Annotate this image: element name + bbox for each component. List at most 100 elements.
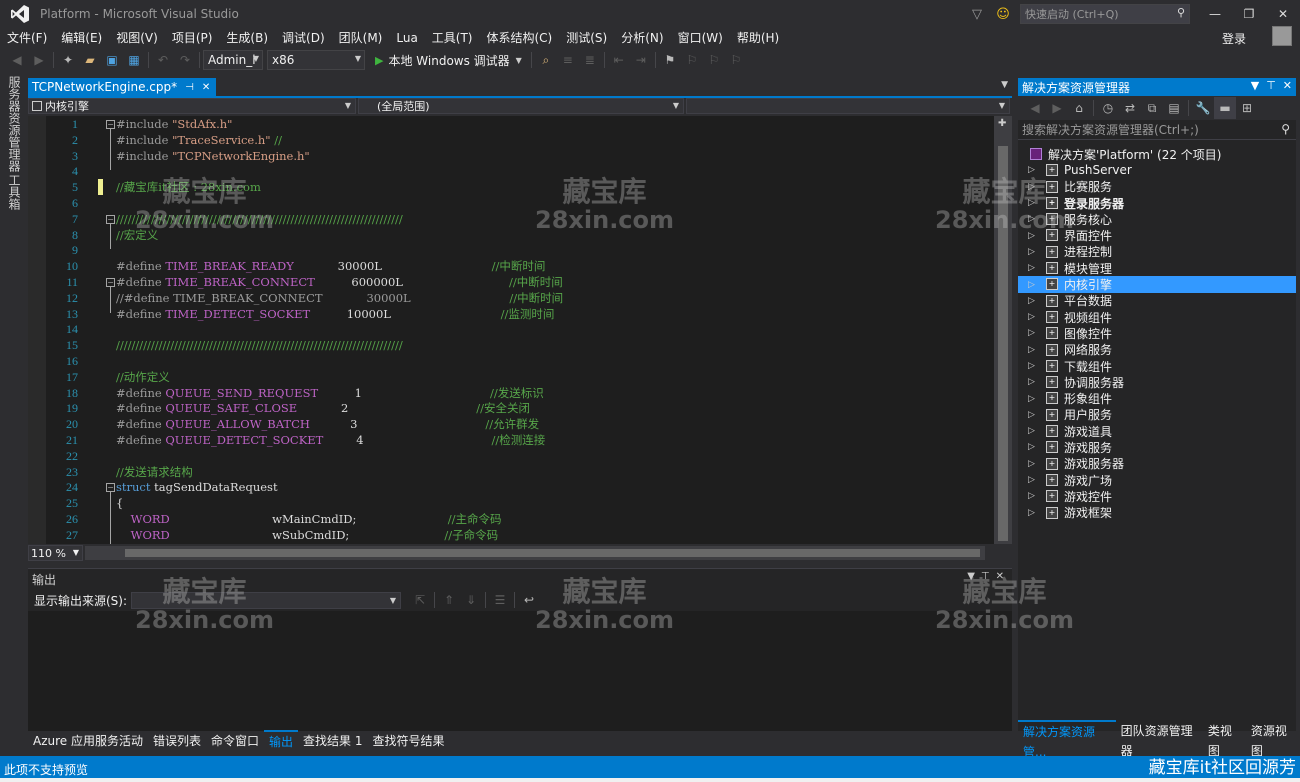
code-editor[interactable]: 1− #include "StdAfx.h" 2 #include "TraceSer…: [28, 116, 994, 544]
code-line[interactable]: 27 WORD wSubCmdID; //子命令码: [28, 527, 994, 543]
code-line[interactable]: 21 #define QUEUE_DETECT_SOCKET 4 //检测连接: [28, 432, 994, 448]
code-line[interactable]: 22: [28, 448, 994, 464]
code-line[interactable]: 17 //动作定义: [28, 369, 994, 385]
code-line[interactable]: 14: [28, 321, 994, 337]
bottom-tab[interactable]: 查找符号结果: [367, 731, 449, 751]
code-line[interactable]: 20 #define QUEUE_ALLOW_BATCH 3 //允许群发: [28, 416, 994, 432]
menu-item[interactable]: 帮助(H): [730, 28, 786, 48]
project-node[interactable]: ▷ + 比赛服务: [1018, 179, 1296, 195]
project-node[interactable]: ▷ + 模块管理: [1018, 260, 1296, 276]
expand-icon[interactable]: ▷: [1028, 231, 1035, 241]
expand-icon[interactable]: ▷: [1028, 328, 1035, 338]
minimize-button[interactable]: —: [1198, 0, 1232, 28]
bookmark-icon[interactable]: ⚑: [659, 49, 681, 71]
feedback-smiley-icon[interactable]: ☺: [990, 2, 1016, 26]
output-source-select[interactable]: ▼: [131, 591, 402, 609]
clear-bookmarks-icon[interactable]: ⚐: [725, 49, 747, 71]
outdent-icon[interactable]: ⇤: [608, 49, 630, 71]
sync-with-document-icon[interactable]: ⇄: [1119, 97, 1141, 119]
close-button[interactable]: ✕: [1266, 0, 1300, 28]
project-node[interactable]: ▷ + 平台数据: [1018, 293, 1296, 309]
new-project-icon[interactable]: ✦: [57, 49, 79, 71]
project-node[interactable]: ▷ + 视频组件: [1018, 309, 1296, 325]
panel-options-icon[interactable]: ▼: [1251, 79, 1259, 92]
code-line[interactable]: 7 −//////////////////////////////////////…: [28, 211, 994, 227]
code-line[interactable]: 1 − #include "StdAfx.h": [28, 116, 994, 132]
expand-icon[interactable]: ▷: [1028, 459, 1035, 469]
code-line[interactable]: 3 #include "TCPNetworkEngine.h": [28, 148, 994, 164]
expand-icon[interactable]: ▷: [1028, 182, 1035, 192]
expand-icon[interactable]: ▷: [1028, 198, 1035, 208]
right-panel-tab[interactable]: 资源视图: [1246, 721, 1300, 761]
zoom-select[interactable]: 110 % ▼: [28, 545, 83, 561]
project-node[interactable]: ▷ + 进程控制: [1018, 244, 1296, 260]
close-panel-icon[interactable]: ✕: [1283, 79, 1292, 92]
prev-bookmark-icon[interactable]: ⚐: [681, 49, 703, 71]
expand-icon[interactable]: ▷: [1028, 263, 1035, 273]
code-line[interactable]: 5 //藏宝库it社区 : 28xin.com: [28, 179, 994, 196]
project-node[interactable]: ▷ + 游戏服务器: [1018, 456, 1296, 472]
editor-horizontal-scrollbar[interactable]: [85, 546, 985, 560]
project-node[interactable]: ▷ + 游戏广场: [1018, 472, 1296, 488]
split-view-icon[interactable]: ✚: [998, 118, 1006, 129]
close-tab-icon[interactable]: ✕: [202, 82, 210, 93]
code-line[interactable]: 8 //宏定义: [28, 227, 994, 243]
code-line[interactable]: 10 #define TIME_BREAK_READY 30000L //中断时间: [28, 258, 994, 274]
outline-collapse-icon[interactable]: −: [106, 483, 115, 493]
expand-icon[interactable]: ▷: [1028, 345, 1035, 355]
project-node[interactable]: ▷ + PushServer: [1018, 162, 1296, 178]
code-line[interactable]: 4: [28, 163, 994, 179]
project-node[interactable]: ▷ + 下载组件: [1018, 358, 1296, 374]
code-line[interactable]: 19 #define QUEUE_SAFE_CLOSE 2 //安全关闭: [28, 400, 994, 416]
word-wrap-icon[interactable]: ↩: [518, 589, 540, 611]
bottom-tab[interactable]: 查找结果 1: [298, 731, 367, 751]
clear-all-icon[interactable]: ☰: [489, 589, 511, 611]
project-node[interactable]: ▷ + 协调服务器: [1018, 374, 1296, 390]
find-message-icon[interactable]: ⇱: [409, 589, 431, 611]
navigate-back-icon[interactable]: ◀: [6, 49, 28, 71]
expand-icon[interactable]: ▷: [1028, 426, 1035, 436]
code-line[interactable]: 6: [28, 195, 994, 211]
uncomment-icon[interactable]: ≣: [579, 49, 601, 71]
solution-search-input[interactable]: 搜索解决方案资源管理器(Ctrl+;) ⚲: [1018, 120, 1296, 140]
bottom-tab[interactable]: Azure 应用服务活动: [28, 731, 148, 751]
redo-icon[interactable]: ↷: [174, 49, 196, 71]
code-line[interactable]: 12 //#define TIME_BREAK_CONNECT 30000L //…: [28, 290, 994, 306]
output-text-area[interactable]: [28, 611, 1012, 731]
undo-icon[interactable]: ↶: [152, 49, 174, 71]
project-node[interactable]: ▷ + 游戏控件: [1018, 488, 1296, 504]
menu-item[interactable]: 工具(T): [425, 28, 480, 48]
open-file-icon[interactable]: ▰: [79, 49, 101, 71]
expand-icon[interactable]: ▷: [1028, 475, 1035, 485]
start-debugging-button[interactable]: ▶ 本地 Windows 调试器 ▼: [369, 52, 528, 69]
code-line[interactable]: 2 #include "TraceService.h" //: [28, 132, 994, 148]
project-node[interactable]: ▷ + 游戏道具: [1018, 423, 1296, 439]
code-line[interactable]: 16: [28, 353, 994, 369]
save-all-icon[interactable]: ▦: [123, 49, 145, 71]
chevron-down-icon[interactable]: ▼: [516, 56, 522, 65]
collapse-all-icon[interactable]: ⧉: [1141, 97, 1163, 119]
menu-item[interactable]: 测试(S): [559, 28, 614, 48]
bottom-tab[interactable]: 命令窗口: [206, 731, 264, 751]
comment-icon[interactable]: ≡: [557, 49, 579, 71]
auto-hide-pin-icon[interactable]: ⊤: [981, 571, 990, 582]
expand-icon[interactable]: ▷: [1028, 508, 1035, 518]
bottom-tab[interactable]: 错误列表: [148, 731, 206, 751]
right-panel-tab[interactable]: 团队资源管理器: [1116, 721, 1203, 761]
code-line[interactable]: 11 − #define TIME_BREAK_CONNECT 600000L //…: [28, 274, 994, 290]
auto-hide-pin-icon[interactable]: ⊤: [1266, 79, 1276, 92]
toolbox-tab[interactable]: 工具箱: [6, 174, 23, 210]
maximize-button[interactable]: ❐: [1232, 0, 1266, 28]
server-explorer-tab[interactable]: 服务器资源管理器: [6, 76, 23, 172]
close-panel-icon[interactable]: ✕: [996, 571, 1004, 582]
filter-icon[interactable]: ▽: [964, 2, 990, 26]
code-line[interactable]: 13 #define TIME_DETECT_SOCKET 10000L //监测…: [28, 306, 994, 322]
find-in-files-icon[interactable]: ⌕: [535, 49, 557, 71]
quick-launch-input[interactable]: 快速启动 (Ctrl+Q) ⚲: [1020, 4, 1190, 24]
code-line[interactable]: 24 − struct tagSendDataRequest: [28, 479, 994, 495]
editor-scroll-thumb[interactable]: [998, 146, 1008, 541]
menu-item[interactable]: 调试(D): [275, 28, 332, 48]
outline-collapse-icon[interactable]: −: [106, 120, 115, 129]
project-node[interactable]: ▷ + 游戏框架: [1018, 505, 1296, 521]
editor-vertical-scrollbar[interactable]: ✚: [994, 116, 1012, 544]
